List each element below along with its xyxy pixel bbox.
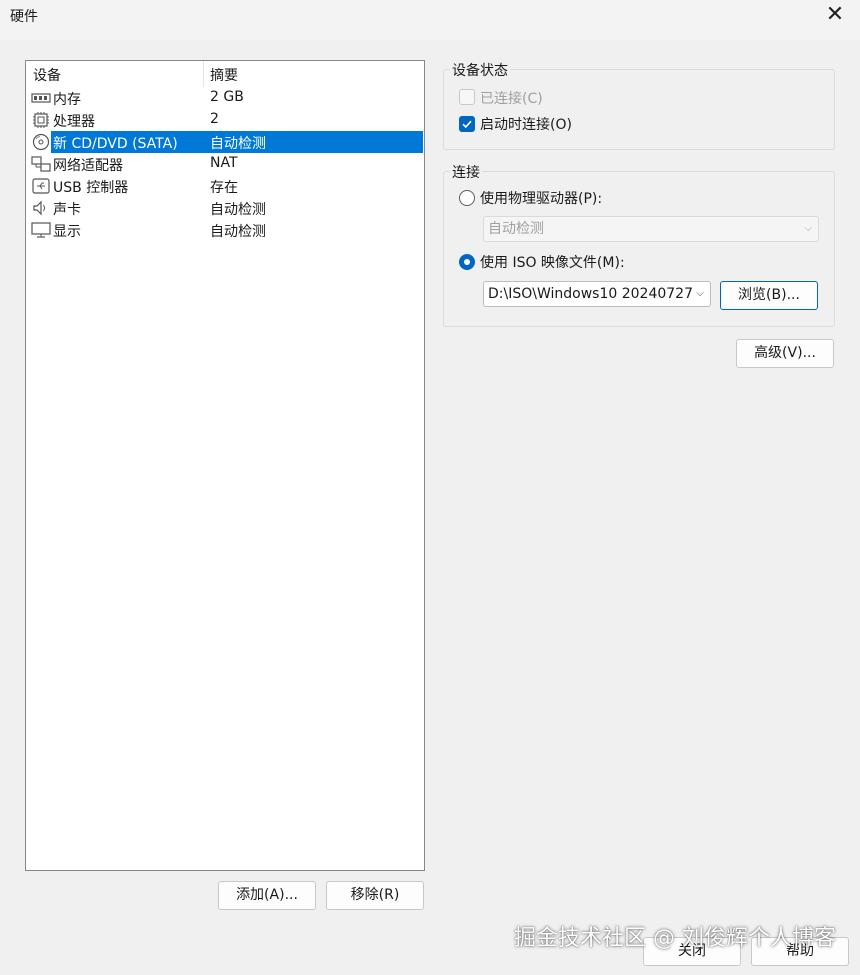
processor-icon [31,111,51,129]
device-row-cd-dvd[interactable]: 新 CD/DVD (SATA) 自动检测 [26,131,424,153]
device-summary: 自动检测 [210,136,266,152]
physical-drive-radio[interactable] [459,190,475,206]
close-icon[interactable]: ✕ [822,3,848,29]
sound-card-icon [31,199,51,217]
device-row-usb-controller[interactable]: USB 控制器 存在 [26,175,424,197]
device-summary: 存在 [210,180,238,196]
device-status-group [443,69,835,150]
remove-button[interactable]: 移除(R) [326,881,424,910]
device-status-title: 设备状态 [450,60,510,80]
device-name: 显示 [53,224,81,240]
device-name: 内存 [53,92,81,108]
display-icon [31,221,51,239]
device-row-processor[interactable]: 处理器 2 [26,109,424,131]
device-row-network-adapter[interactable]: 网络适配器 NAT [26,153,424,175]
device-summary: NAT [210,155,238,171]
memory-icon [31,89,51,107]
device-row-sound-card[interactable]: 声卡 自动检测 [26,197,424,219]
advanced-button[interactable]: 高级(V)... [736,339,834,368]
chevron-down-icon: ⌵ [804,223,812,234]
device-name: USB 控制器 [53,180,129,196]
cd-dvd-icon [31,133,51,151]
title-bar: 硬件 ✕ [0,0,860,40]
device-summary: 2 [210,111,219,127]
device-summary: 自动检测 [210,224,266,240]
column-header-summary[interactable]: 摘要 [210,65,238,85]
usb-controller-icon [31,177,51,195]
device-list[interactable]: 设备 摘要 内存 2 GB 处理器 2 新 CD/DVD (SATA) 自动检测… [25,60,425,871]
network-adapter-icon [31,155,51,173]
add-button[interactable]: 添加(A)... [218,881,316,910]
browse-button[interactable]: 浏览(B)... [720,281,818,310]
iso-image-radio[interactable] [459,254,475,270]
physical-drive-value: 自动检测 [488,221,544,237]
device-name: 新 CD/DVD (SATA) [53,136,178,152]
device-name: 网络适配器 [53,158,123,174]
device-name: 声卡 [53,202,81,218]
device-summary: 2 GB [210,89,244,105]
connect-at-power-on-checkbox[interactable] [459,116,475,132]
connected-checkbox[interactable] [459,89,475,105]
connected-label[interactable]: 已连接(C) [480,88,543,108]
column-header-device[interactable]: 设备 [33,65,61,85]
iso-image-label[interactable]: 使用 ISO 映像文件(M): [480,252,625,272]
device-list-header: 设备 摘要 [26,61,424,87]
connect-at-power-on-label[interactable]: 启动时连接(O) [480,114,572,134]
watermark: 掘金技术社区 @ 刘俊辉个人博客 [514,926,836,951]
connection-title: 连接 [450,162,482,182]
iso-path-value: D:\ISO\Windows10 20240727. [488,286,698,302]
checkmark-icon [462,120,472,129]
physical-drive-label[interactable]: 使用物理驱动器(P): [480,188,602,208]
column-separator[interactable] [203,61,204,87]
iso-path-combo[interactable]: D:\ISO\Windows10 20240727. ⌵ [483,281,711,307]
device-name: 处理器 [53,114,95,130]
device-row-memory[interactable]: 内存 2 GB [26,87,424,109]
window-title: 硬件 [10,9,38,25]
device-row-display[interactable]: 显示 自动检测 [26,219,424,241]
chevron-down-icon[interactable]: ⌵ [694,282,704,306]
physical-drive-select[interactable]: 自动检测 ⌵ [483,216,819,242]
device-summary: 自动检测 [210,202,266,218]
